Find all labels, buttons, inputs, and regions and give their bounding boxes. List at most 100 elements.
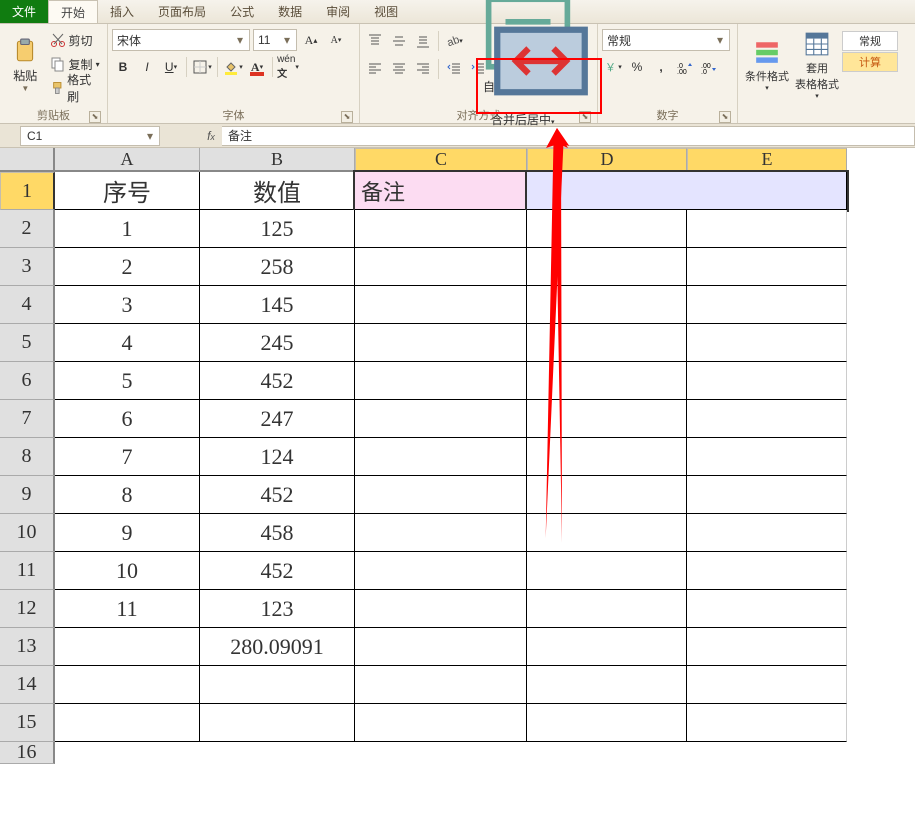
cell[interactable] — [55, 666, 200, 704]
merged-cell-c1[interactable]: 备注 — [355, 172, 527, 210]
cell[interactable] — [687, 666, 847, 704]
cell[interactable] — [355, 438, 527, 476]
row-header[interactable]: 4 — [0, 286, 55, 324]
increase-indent-button[interactable] — [467, 58, 489, 80]
cell[interactable] — [687, 704, 847, 742]
cell[interactable] — [355, 362, 527, 400]
cell[interactable]: 9 — [55, 514, 200, 552]
cell[interactable]: 1 — [55, 210, 200, 248]
underline-button[interactable]: U▾ — [160, 56, 182, 78]
percent-button[interactable]: % — [626, 56, 648, 78]
italic-button[interactable]: I — [136, 56, 158, 78]
cell[interactable] — [355, 476, 527, 514]
phonetic-button[interactable]: wén文▾ — [277, 56, 299, 78]
tab-file[interactable]: 文件 — [0, 0, 48, 23]
cell[interactable] — [527, 704, 687, 742]
row-header[interactable]: 8 — [0, 438, 55, 476]
cell[interactable]: 7 — [55, 438, 200, 476]
cell[interactable]: 6 — [55, 400, 200, 438]
orientation-button[interactable]: ab▾ — [443, 30, 465, 52]
cell[interactable] — [687, 628, 847, 666]
format-painter-button[interactable]: 格式刷 — [47, 77, 103, 99]
tab-review[interactable]: 审阅 — [314, 0, 362, 23]
row-header[interactable]: 1 — [0, 172, 55, 210]
select-all-corner[interactable] — [0, 148, 55, 172]
cell[interactable] — [200, 704, 355, 742]
cell[interactable]: 452 — [200, 362, 355, 400]
cell[interactable]: 2 — [55, 248, 200, 286]
cell[interactable]: 124 — [200, 438, 355, 476]
cell[interactable]: 5 — [55, 362, 200, 400]
name-box[interactable]: C1▾ — [20, 126, 160, 146]
cell[interactable]: 123 — [200, 590, 355, 628]
cell[interactable]: 8 — [55, 476, 200, 514]
cell[interactable] — [527, 286, 687, 324]
increase-font-button[interactable]: A▴ — [300, 29, 322, 51]
cell[interactable] — [527, 438, 687, 476]
cell[interactable] — [355, 704, 527, 742]
cell[interactable] — [687, 590, 847, 628]
row-header[interactable]: 12 — [0, 590, 55, 628]
cell[interactable] — [355, 590, 527, 628]
cell[interactable] — [527, 362, 687, 400]
cell[interactable]: 258 — [200, 248, 355, 286]
cell[interactable]: 280.09091 — [200, 628, 355, 666]
cell[interactable]: 458 — [200, 514, 355, 552]
col-header-d[interactable]: D — [527, 148, 687, 172]
tab-page-layout[interactable]: 页面布局 — [146, 0, 218, 23]
cell[interactable] — [527, 476, 687, 514]
cell[interactable] — [687, 286, 847, 324]
borders-button[interactable]: ▾ — [191, 56, 213, 78]
decrease-indent-button[interactable] — [443, 58, 465, 80]
cell[interactable] — [355, 286, 527, 324]
formula-input[interactable]: 备注 — [222, 126, 915, 146]
cell[interactable] — [527, 628, 687, 666]
font-color-button[interactable]: A▾ — [246, 56, 268, 78]
cell[interactable]: 序号 — [55, 172, 200, 210]
cell[interactable]: 3 — [55, 286, 200, 324]
cells-area[interactable]: 序号数值备注1125225831454245545262477124845294… — [55, 172, 847, 742]
cell[interactable] — [527, 210, 687, 248]
col-header-b[interactable]: B — [200, 148, 355, 172]
row-header[interactable]: 3 — [0, 248, 55, 286]
fill-color-button[interactable]: ▾ — [222, 56, 244, 78]
align-dialog-launcher[interactable]: ⬊ — [579, 111, 591, 123]
cell[interactable]: 4 — [55, 324, 200, 362]
row-header[interactable]: 16 — [0, 742, 55, 764]
cell[interactable]: 452 — [200, 476, 355, 514]
tab-home[interactable]: 开始 — [48, 0, 98, 23]
cell[interactable] — [55, 628, 200, 666]
cell[interactable] — [687, 324, 847, 362]
cell-style-calc[interactable]: 计算 — [842, 52, 898, 72]
cell[interactable] — [355, 400, 527, 438]
cell[interactable]: 11 — [55, 590, 200, 628]
tab-view[interactable]: 视图 — [362, 0, 410, 23]
cell[interactable]: 125 — [200, 210, 355, 248]
paste-button[interactable]: 粘贴 ▼ — [4, 25, 47, 105]
cut-button[interactable]: 剪切 — [47, 29, 103, 51]
cell[interactable] — [687, 476, 847, 514]
align-center-button[interactable] — [388, 58, 410, 80]
cell[interactable] — [687, 438, 847, 476]
tab-insert[interactable]: 插入 — [98, 0, 146, 23]
merged-cell-de1[interactable] — [527, 172, 847, 210]
cell[interactable] — [687, 552, 847, 590]
cell[interactable] — [55, 704, 200, 742]
font-name-select[interactable]: 宋体▾ — [112, 29, 250, 51]
row-header[interactable]: 7 — [0, 400, 55, 438]
col-header-e[interactable]: E — [687, 148, 847, 172]
cell[interactable] — [355, 628, 527, 666]
cell[interactable] — [527, 666, 687, 704]
cell[interactable] — [687, 514, 847, 552]
cell[interactable] — [527, 400, 687, 438]
bold-button[interactable]: B — [112, 56, 134, 78]
cell[interactable] — [200, 666, 355, 704]
font-size-select[interactable]: 11▾ — [253, 29, 297, 51]
cell[interactable] — [355, 514, 527, 552]
cell[interactable] — [687, 210, 847, 248]
comma-button[interactable]: , — [650, 56, 672, 78]
align-bottom-button[interactable] — [412, 30, 434, 52]
row-header[interactable]: 5 — [0, 324, 55, 362]
fx-icon[interactable]: fx — [200, 129, 222, 143]
cell[interactable] — [527, 248, 687, 286]
